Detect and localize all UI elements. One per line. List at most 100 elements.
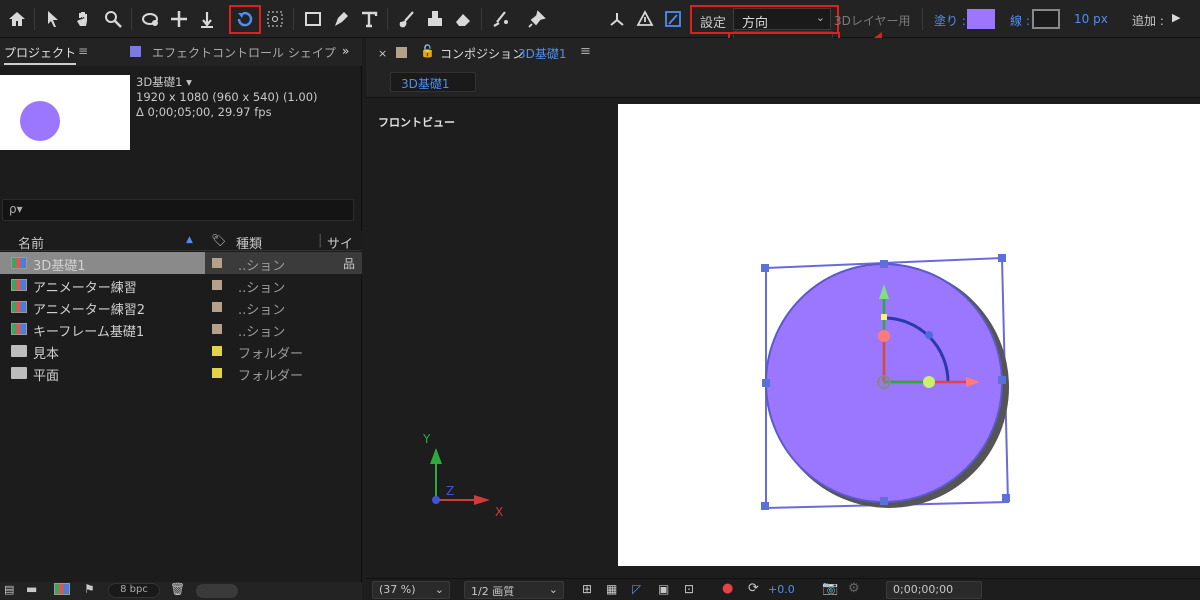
effects-label-swatch: [130, 46, 141, 57]
project-item-row[interactable]: 3D基礎1 ..ション 品: [0, 252, 362, 274]
tab-effects[interactable]: エフェクトコントロール シェイプ: [152, 44, 336, 61]
comp-duration: Δ 0;00;05;00, 29.97 fps: [136, 105, 272, 119]
show-snapshot-icon[interactable]: ⚙: [848, 581, 860, 596]
shape-layer[interactable]: [618, 104, 1200, 566]
flowchart-icon[interactable]: 品: [343, 255, 355, 272]
resolution-dropdown[interactable]: 1/2 画質 ⌄: [464, 581, 564, 599]
thumbnail-circle: [20, 101, 60, 141]
tab-project[interactable]: プロジェクト: [4, 44, 77, 65]
sort-asc-icon[interactable]: ▲: [186, 235, 193, 245]
item-name: アニメーター練習: [33, 281, 137, 296]
zoom-tool-icon[interactable]: [100, 6, 126, 32]
project-item-row[interactable]: 平面 フォルダー: [0, 362, 362, 384]
snapshot-icon[interactable]: 📷: [822, 581, 838, 596]
orientation-dropdown[interactable]: 方向 ⌄: [733, 8, 831, 31]
add-play-icon[interactable]: ▶: [1172, 11, 1180, 24]
label-tag-icon[interactable]: 🏷: [211, 233, 226, 247]
world-axis-mode-icon[interactable]: [632, 6, 658, 32]
hand-tool-icon[interactable]: [70, 6, 96, 32]
stroke-label[interactable]: 線 :: [1010, 12, 1030, 29]
settings-label: 設定: [700, 16, 727, 31]
local-axis-mode-icon[interactable]: [604, 6, 630, 32]
label-swatch[interactable]: [212, 368, 222, 378]
brush-tool-icon[interactable]: [394, 6, 420, 32]
project-search-input[interactable]: ρ▾: [2, 199, 354, 221]
bpc-button[interactable]: 8 bpc: [108, 583, 160, 598]
trash-icon[interactable]: 🗑: [170, 582, 185, 596]
layer-3d-label: 3Dレイヤー用: [834, 14, 911, 28]
item-name: アニメーター練習2: [33, 303, 146, 318]
project-item-row[interactable]: アニメーター練習2 ..ション: [0, 296, 362, 318]
home-icon[interactable]: [4, 6, 30, 32]
composition-tabs: × 🔓 コンポジション 3D基礎1 ≡ 3D基礎1: [366, 38, 1200, 98]
label-swatch[interactable]: [212, 280, 222, 290]
comp-canvas[interactable]: [618, 104, 1200, 566]
project-settings-icon[interactable]: ⚑: [84, 582, 95, 596]
reset-exposure-icon[interactable]: ⟳: [748, 581, 759, 596]
panel-menu-icon[interactable]: ≡: [580, 44, 591, 59]
close-icon[interactable]: ×: [378, 47, 387, 60]
pen-tool-icon[interactable]: [328, 6, 354, 32]
folder-icon: [11, 345, 27, 357]
new-folder-icon[interactable]: ▬: [26, 582, 37, 596]
project-item-row[interactable]: キーフレーム基礎1 ..ション: [0, 318, 362, 340]
project-item-row[interactable]: アニメーター練習 ..ション: [0, 274, 362, 296]
viewer-bottom-bar: (37 %) ⌄ 1/2 画質 ⌄ ⊞ ▦ ◸ ▣ ⊡ ● ⟳ +0.0 📷 ⚙…: [366, 578, 1200, 600]
stroke-color-swatch[interactable]: [1032, 9, 1060, 29]
quality-value: 1/2 画質: [471, 585, 515, 598]
region-of-interest-icon[interactable]: ▣: [658, 582, 669, 596]
item-type: ..ション: [238, 259, 286, 274]
mask-visibility-icon[interactable]: ◸: [632, 582, 641, 596]
project-bottom-bar: ▤ ▬ ⚑ 8 bpc 🗑: [0, 582, 362, 600]
composition-icon: [11, 301, 27, 313]
label-swatch[interactable]: [212, 302, 222, 312]
stroke-width-value[interactable]: 10 px: [1074, 12, 1108, 26]
orbit-camera-icon[interactable]: [138, 6, 164, 32]
transparency-grid-icon[interactable]: ▦: [606, 582, 617, 596]
eraser-tool-icon[interactable]: [450, 6, 476, 32]
comp-breadcrumb[interactable]: 3D基礎1: [390, 72, 476, 92]
fill-color-swatch[interactable]: [967, 9, 995, 29]
item-name: 平面: [33, 369, 60, 384]
item-type: ..ション: [238, 281, 286, 296]
roto-brush-tool-icon[interactable]: [488, 6, 514, 32]
anchor-point-tool-icon[interactable]: [262, 6, 288, 32]
pan-camera-icon[interactable]: [166, 6, 192, 32]
item-type: フォルダー: [238, 369, 304, 384]
label-swatch[interactable]: [212, 324, 222, 334]
comp-tab-name[interactable]: 3D基礎1: [518, 45, 567, 62]
column-name[interactable]: 名前: [18, 233, 44, 252]
interpret-footage-icon[interactable]: ▤: [4, 583, 14, 596]
composition-icon: [11, 323, 27, 335]
timecode-field[interactable]: 0;00;00;00: [886, 581, 982, 599]
zoom-dropdown[interactable]: (37 %) ⌄: [372, 581, 450, 599]
new-composition-icon[interactable]: [54, 583, 70, 595]
panel-overflow-icon[interactable]: »: [342, 44, 349, 58]
fast-preview-icon[interactable]: ⊞: [582, 582, 592, 596]
panel-menu-icon[interactable]: ≡: [78, 44, 88, 58]
column-header: 名前 ▲ 🏷 種類 | サイズ: [0, 231, 362, 271]
text-tool-icon[interactable]: [356, 6, 382, 32]
label-swatch[interactable]: [212, 258, 222, 268]
timecode-value: 0;00;00;00: [893, 583, 954, 596]
puppet-pin-tool-icon[interactable]: [524, 6, 550, 32]
column-type[interactable]: 種類: [236, 233, 262, 252]
project-tabs: プロジェクト ≡ エフェクトコントロール シェイプ »: [0, 38, 362, 66]
clone-stamp-tool-icon[interactable]: [422, 6, 448, 32]
project-item-row[interactable]: 見本 フォルダー: [0, 340, 362, 362]
dolly-camera-icon[interactable]: [194, 6, 220, 32]
grid-guides-icon[interactable]: ⊡: [684, 582, 694, 596]
item-type: フォルダー: [238, 347, 304, 362]
comp-label-swatch: [396, 47, 407, 58]
label-swatch[interactable]: [212, 346, 222, 356]
rotation-tool-icon[interactable]: [232, 6, 258, 32]
fill-label[interactable]: 塗り :: [934, 12, 966, 29]
lock-icon[interactable]: 🔓: [420, 44, 435, 58]
rectangle-tool-icon[interactable]: [300, 6, 326, 32]
view-axis-mode-icon[interactable]: [660, 6, 686, 32]
exposure-value[interactable]: +0.0: [768, 583, 795, 596]
channel-icon[interactable]: ●: [722, 581, 733, 596]
selection-tool-icon[interactable]: [40, 6, 66, 32]
comp-tab-prefix[interactable]: コンポジション: [440, 45, 524, 62]
scrollbar-thumb[interactable]: [196, 584, 238, 598]
